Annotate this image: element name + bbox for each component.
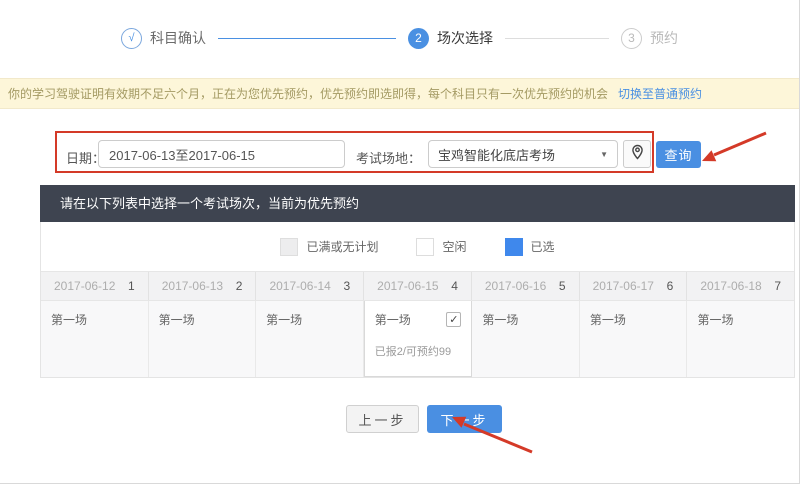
legend-label: 已选	[531, 238, 555, 255]
header-date: 2017-06-13	[162, 279, 223, 293]
date-header-row: 2017-06-12 1 2017-06-13 2 2017-06-14 3 2…	[41, 271, 794, 301]
header-date: 2017-06-18	[700, 279, 761, 293]
legend-label: 空闲	[442, 238, 466, 255]
step-number-badge: 2	[408, 28, 429, 49]
table-frame: 已满或无计划 空闲 已选 2017-06-12 1 2017-06-13	[40, 222, 795, 378]
header-weekday: 4	[451, 279, 458, 293]
session-label: 第一场	[375, 311, 411, 328]
step-session-select: 2 场次选择	[408, 28, 493, 49]
step-connector	[218, 38, 396, 39]
header-date: 2017-06-14	[269, 279, 330, 293]
priority-notice-bar: 你的学习驾驶证明有效期不足六个月，正在为您优先预约，优先预约即选即得，每个科目只…	[0, 78, 800, 109]
date-header: 2017-06-17 6	[580, 272, 688, 300]
step-label: 科目确认	[150, 28, 206, 48]
next-step-button[interactable]: 下一步	[427, 405, 502, 433]
legend-item-full: 已满或无计划	[280, 238, 378, 256]
legend: 已满或无计划 空闲 已选	[41, 222, 794, 271]
date-header: 2017-06-16 5	[472, 272, 580, 300]
map-location-button[interactable]	[623, 140, 651, 168]
step-label: 预约	[650, 28, 678, 48]
step-connector	[505, 38, 609, 39]
step-subject-confirm: √ 科目确认	[121, 28, 206, 49]
header-weekday: 6	[667, 279, 674, 293]
step-label: 场次选择	[437, 28, 493, 48]
venue-select[interactable]: 宝鸡智能化底店考场 ▼	[428, 140, 618, 168]
session-cell[interactable]: 第一场	[149, 301, 257, 377]
date-header: 2017-06-13 2	[149, 272, 257, 300]
session-row: 第一场 第一场 第一场 第一场 ✓ 已报2/可预约99 第一场	[41, 301, 794, 377]
legend-swatch-free	[416, 238, 434, 256]
session-label: 第一场	[266, 311, 302, 328]
header-weekday: 2	[236, 279, 243, 293]
date-header: 2017-06-15 4	[364, 272, 472, 300]
header-weekday: 1	[128, 279, 135, 293]
date-header: 2017-06-18 7	[687, 272, 794, 300]
session-label: 第一场	[590, 311, 626, 328]
session-label: 第一场	[159, 311, 195, 328]
step-reserve: 3 预约	[621, 28, 678, 49]
session-cell-selected[interactable]: 第一场 ✓ 已报2/可预约99	[364, 301, 473, 377]
session-cell[interactable]: 第一场	[472, 301, 580, 377]
location-pin-icon	[631, 144, 644, 165]
venue-label: 考试场地：	[356, 148, 421, 167]
exam-booking-page: √ 科目确认 2 场次选择 3 预约 你的学习驾驶证明有效期不足六个月，正在为您…	[0, 0, 800, 484]
step-number-badge: 3	[621, 28, 642, 49]
session-cell[interactable]: 第一场	[41, 301, 149, 377]
legend-item-free: 空闲	[416, 238, 466, 256]
previous-step-button[interactable]: 上一步	[346, 405, 419, 433]
header-date: 2017-06-16	[485, 279, 546, 293]
table-title-bar: 请在以下列表中选择一个考试场次，当前为优先预约	[40, 185, 795, 222]
date-header: 2017-06-14 3	[256, 272, 364, 300]
session-label: 第一场	[482, 311, 518, 328]
header-weekday: 5	[559, 279, 566, 293]
legend-label: 已满或无计划	[306, 238, 378, 255]
notice-text: 你的学习驾驶证明有效期不足六个月，正在为您优先预约，优先预约即选即得，每个科目只…	[8, 85, 608, 102]
date-header: 2017-06-12 1	[41, 272, 149, 300]
session-capacity-text: 已报2/可预约99	[375, 343, 462, 359]
header-date: 2017-06-15	[377, 279, 438, 293]
legend-swatch-selected	[505, 238, 523, 256]
venue-select-value: 宝鸡智能化底店考场	[438, 145, 555, 164]
session-label: 第一场	[697, 311, 733, 328]
header-weekday: 3	[343, 279, 350, 293]
session-table: 请在以下列表中选择一个考试场次，当前为优先预约 已满或无计划 空闲 已选	[40, 185, 795, 378]
session-cell[interactable]: 第一场	[256, 301, 364, 377]
header-date: 2017-06-12	[54, 279, 115, 293]
search-button[interactable]: 查询	[656, 141, 701, 168]
header-weekday: 7	[774, 279, 781, 293]
header-date: 2017-06-17	[593, 279, 654, 293]
session-cell[interactable]: 第一场	[580, 301, 688, 377]
switch-normal-booking-link[interactable]: 切换至普通预约	[618, 85, 702, 102]
chevron-down-icon: ▼	[600, 150, 608, 159]
session-cell[interactable]: 第一场	[687, 301, 794, 377]
legend-swatch-full	[280, 238, 298, 256]
session-label: 第一场	[51, 311, 87, 328]
stepper: √ 科目确认 2 场次选择 3 预约	[0, 26, 799, 50]
session-checkbox-checked[interactable]: ✓	[446, 312, 461, 327]
step-done-check-icon: √	[121, 28, 142, 49]
legend-item-selected: 已选	[505, 238, 555, 256]
date-range-input[interactable]	[98, 140, 345, 168]
